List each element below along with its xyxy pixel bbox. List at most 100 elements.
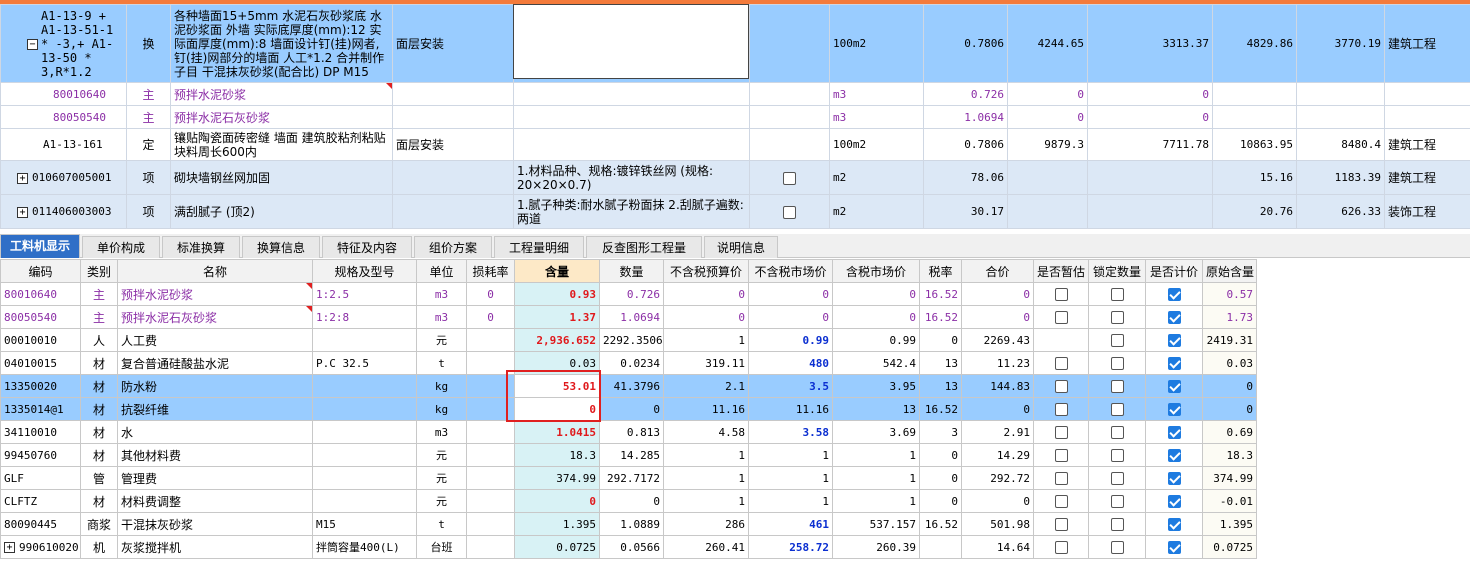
cell-unit: 台班: [416, 535, 467, 559]
quota-feature: 面层安装: [392, 128, 514, 161]
quota-sub-row[interactable]: 80010640 主 预拌水泥砂浆 m3 0.726 0 0: [0, 82, 1470, 106]
grid-row[interactable]: 00010010 人人工费元 2,936.652 2292.3506 1 0.99 0.99…: [0, 328, 1257, 352]
checked-checkbox[interactable]: [1167, 472, 1181, 485]
grid-row[interactable]: 80050540 主预拌水泥石灰砂浆 1:2:8 m3 0 1.37 1.0694 0 0 0 16…: [0, 305, 1257, 329]
checkbox[interactable]: [1110, 403, 1124, 416]
checkbox[interactable]: [1110, 495, 1124, 508]
cell-content[interactable]: 0.93: [514, 282, 600, 306]
col-header-priced[interactable]: 是否计价: [1145, 259, 1203, 283]
col-header-content[interactable]: 含量: [514, 259, 600, 283]
checkbox[interactable]: [1054, 472, 1068, 485]
expand-icon[interactable]: +: [4, 542, 15, 553]
col-header-provisional[interactable]: 是否暂估: [1033, 259, 1089, 283]
checkbox[interactable]: [1110, 426, 1124, 439]
grid-row[interactable]: 1335014@1 材抗裂纤维 kg 0 0 11.16 11.16 13 16.52 0 0: [0, 397, 1257, 421]
checkbox[interactable]: [1054, 380, 1068, 393]
checkbox[interactable]: [1110, 518, 1124, 531]
quota-row[interactable]: A1-13-161 定 镶贴陶瓷面砖密缝 墙面 建筑胶粘剂粘贴 块料周长600内…: [0, 128, 1470, 161]
tab-labor-material-machine[interactable]: 工料机显示: [0, 234, 80, 258]
checkbox[interactable]: [1110, 311, 1124, 324]
col-header-code[interactable]: 编码: [0, 259, 81, 283]
collapse-icon[interactable]: −: [27, 39, 38, 50]
checked-checkbox[interactable]: [1167, 518, 1181, 531]
grid-row[interactable]: 80090445 商浆 干混抹灰砂浆 M15 t 1.395 1.0889 286 461 537…: [0, 512, 1257, 536]
tab-pricing-scheme[interactable]: 组价方案: [414, 236, 492, 258]
expand-icon[interactable]: +: [17, 206, 28, 218]
checked-checkbox[interactable]: [1167, 426, 1181, 439]
cell-market-price-tax: 260.39: [832, 535, 920, 559]
checkbox[interactable]: [1054, 426, 1068, 439]
item-row[interactable]: +011406003003 项 满刮腻子 (顶2) 1.腻子种类:耐水腻子粉面抹…: [0, 194, 1470, 229]
checkbox[interactable]: [1110, 541, 1124, 554]
item-row[interactable]: +010607005001 项 砌块墙钢丝网加固 1.材料品种、规格:镀锌铁丝网…: [0, 160, 1470, 195]
spec-edit-box[interactable]: [513, 4, 749, 79]
quota-sub-row[interactable]: 80050540 主 预拌水泥石灰砂浆 m3 1.0694 0 0: [0, 105, 1470, 129]
col-header-name[interactable]: 名称: [117, 259, 313, 283]
grid-row[interactable]: GLF 管管理费元 374.99 292.7172 1 1 1 0 292.72 374.99: [0, 466, 1257, 490]
col-header-market-price-tax[interactable]: 含税市场价: [832, 259, 920, 283]
tab-description[interactable]: 说明信息: [704, 236, 778, 258]
col-header-lock-qty[interactable]: 锁定数量: [1088, 259, 1146, 283]
grid-row[interactable]: 13350020 材防水粉 kg 53.01 41.3796 2.1 3.5 3.95 13 14…: [0, 374, 1257, 398]
checkbox[interactable]: [1054, 541, 1068, 554]
col-header-budget-price[interactable]: 不含税预算价: [663, 259, 749, 283]
col-header-spec[interactable]: 规格及型号: [312, 259, 417, 283]
checkbox[interactable]: [1110, 449, 1124, 462]
checked-checkbox[interactable]: [1167, 334, 1181, 347]
checkbox[interactable]: [1110, 288, 1124, 301]
checkbox[interactable]: [1054, 449, 1068, 462]
checkbox[interactable]: [1110, 472, 1124, 485]
cell-content[interactable]: 0.0725: [514, 535, 600, 559]
col-header-unit[interactable]: 单位: [416, 259, 467, 283]
checked-checkbox[interactable]: [1167, 288, 1181, 301]
checkbox[interactable]: [1110, 357, 1124, 370]
checked-checkbox[interactable]: [1167, 357, 1181, 370]
checked-checkbox[interactable]: [1167, 311, 1181, 324]
cell-content[interactable]: 18.3: [514, 443, 600, 467]
checkbox[interactable]: [1054, 403, 1068, 416]
col-header-tax-rate[interactable]: 税率: [919, 259, 962, 283]
grid-row[interactable]: +990610020 机灰浆搅拌机 拌筒容量400(L) 台班 0.0725 0.0566…: [0, 535, 1257, 559]
col-header-category[interactable]: 类别: [80, 259, 118, 283]
cell-content[interactable]: 1.37: [514, 305, 600, 329]
grid-row[interactable]: 99450760 材其他材料费元 18.3 14.285 1 1 1 0 14.29 18.3: [0, 443, 1257, 467]
col-header-market-price[interactable]: 不含税市场价: [748, 259, 833, 283]
checked-checkbox[interactable]: [1167, 380, 1181, 393]
cell-content[interactable]: 0: [514, 489, 600, 513]
tab-graphic-quantity[interactable]: 反查图形工程量: [586, 236, 702, 258]
checked-checkbox[interactable]: [1167, 495, 1181, 508]
col-header-loss[interactable]: 损耗率: [466, 259, 515, 283]
checkbox[interactable]: [1110, 380, 1124, 393]
cell-content[interactable]: 2,936.652: [514, 328, 600, 352]
item-checkbox[interactable]: [783, 171, 796, 185]
cell-priced: [1145, 374, 1203, 398]
col-header-original-content[interactable]: 原始含量: [1202, 259, 1257, 283]
checkbox[interactable]: [1110, 334, 1124, 347]
checkbox[interactable]: [1054, 357, 1068, 370]
col-header-total[interactable]: 合价: [961, 259, 1034, 283]
cell-code: 04010015: [0, 351, 81, 375]
tab-quantity-detail[interactable]: 工程量明细: [494, 236, 584, 258]
item-checkbox[interactable]: [783, 205, 796, 219]
checked-checkbox[interactable]: [1167, 541, 1181, 554]
cell-content[interactable]: 374.99: [514, 466, 600, 490]
col-header-qty[interactable]: 数量: [599, 259, 664, 283]
tab-features[interactable]: 特征及内容: [322, 236, 412, 258]
checkbox[interactable]: [1054, 495, 1068, 508]
checked-checkbox[interactable]: [1167, 449, 1181, 462]
tab-conversion-info[interactable]: 换算信息: [242, 236, 320, 258]
grid-row[interactable]: 34110010 材水 m3 1.0415 0.813 4.58 3.58 3.69 3 2.91…: [0, 420, 1257, 444]
checked-checkbox[interactable]: [1167, 403, 1181, 416]
tab-unit-price[interactable]: 单价构成: [82, 236, 160, 258]
grid-row[interactable]: CLFTZ 材材料费调整元 0 0 1 1 1 0 0 -0.01: [0, 489, 1257, 513]
grid-row[interactable]: 04010015 材复合普通硅酸盐水泥 P.C 32.5 t 0.03 0.0234 319…: [0, 351, 1257, 375]
cell-content[interactable]: 1.395: [514, 512, 600, 536]
cell-content[interactable]: 1.0415: [514, 420, 600, 444]
checkbox[interactable]: [1054, 518, 1068, 531]
expand-icon[interactable]: +: [17, 172, 28, 184]
checkbox[interactable]: [1054, 311, 1068, 324]
sub-price: 0: [1007, 105, 1088, 129]
tab-standard-conversion[interactable]: 标准换算: [162, 236, 240, 258]
grid-row[interactable]: 80010640 主预拌水泥砂浆 1:2.5 m3 0 0.93 0.726 0 0 0 16.52…: [0, 282, 1257, 306]
checkbox[interactable]: [1054, 288, 1068, 301]
